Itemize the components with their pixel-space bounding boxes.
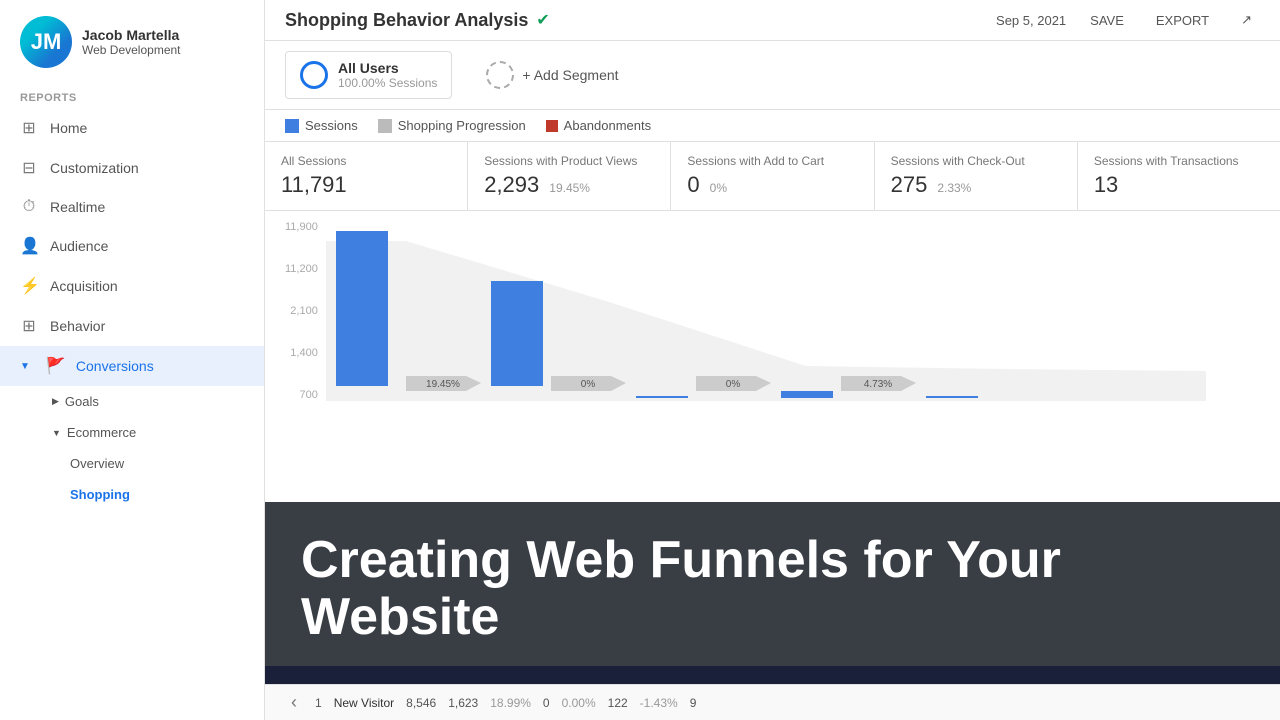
legend-bar: Sessions Shopping Progression Abandonmen… <box>265 110 1280 142</box>
progression-legend-dot <box>378 119 392 133</box>
sidebar-item-realtime[interactable]: ⏱ Realtime <box>0 188 264 226</box>
add-segment-button[interactable]: + Add Segment <box>472 53 632 97</box>
row-number: 1 <box>315 696 322 710</box>
acquisition-icon: ⚡ <box>20 276 38 296</box>
legend-progression: Shopping Progression <box>378 118 526 133</box>
nav-left-button[interactable]: ‹ <box>285 690 303 715</box>
funnel-stats: All Sessions 11,791 Sessions with Produc… <box>265 142 1280 211</box>
conversions-icon: 🚩 <box>46 356 64 376</box>
audience-icon: 👤 <box>20 236 38 256</box>
overlay-title: Creating Web Funnels for Your Website <box>301 532 1244 646</box>
sidebar-subitem-goals[interactable]: ▶ Goals <box>0 386 264 417</box>
app-container: JM Jacob Martella Web Development REPORT… <box>0 0 1280 720</box>
realtime-icon: ⏱ <box>20 198 38 216</box>
add-to-cart-value: 0 <box>543 696 550 710</box>
checkout-value: 122 <box>608 696 628 710</box>
arrow-3-label: 0% <box>726 379 741 390</box>
chart-visual: 11,900 11,200 2,100 1,400 700 19.45% <box>265 211 1280 411</box>
top-bar-actions: Sep 5, 2021 SAVE EXPORT ↗ <box>996 8 1260 32</box>
sessions-value: 8,546 <box>406 696 436 710</box>
arrow-1-label: 19.45% <box>426 379 460 390</box>
customize-icon: ⊟ <box>20 158 38 178</box>
logo-area: JM Jacob Martella Web Development <box>0 0 264 84</box>
sidebar-item-customization[interactable]: ⊟ Customization <box>0 148 264 188</box>
sidebar-item-behavior[interactable]: ⊞ Behavior <box>0 306 264 346</box>
sidebar: JM Jacob Martella Web Development REPORT… <box>0 0 265 720</box>
add-to-cart-pct: 0.00% <box>562 696 596 710</box>
arrow-4-label: 4.73% <box>864 379 892 390</box>
transactions-value: 9 <box>690 696 697 710</box>
sidebar-item-acquisition[interactable]: ⚡ Acquisition <box>0 266 264 306</box>
bar-transactions <box>926 396 978 398</box>
overlay-text: Creating Web Funnels for Your Website <box>265 502 1280 666</box>
bar-checkout <box>781 391 833 398</box>
chevron-down-icon: ▼ <box>20 361 30 372</box>
behavior-icon: ⊞ <box>20 316 38 336</box>
bottom-data-row: ‹ 1 New Visitor 8,546 1,623 18.99% 0 0.0… <box>265 684 1280 720</box>
stat-add-to-cart: Sessions with Add to Cart 0 0% <box>671 142 874 210</box>
bar-all-sessions <box>336 231 388 386</box>
product-views-pct: 18.99% <box>490 696 531 710</box>
checkout-pct: -1.43% <box>640 696 678 710</box>
sidebar-item-conversions[interactable]: ▼ 🚩 Conversions <box>0 346 264 386</box>
sidebar-subitem-ecommerce[interactable]: ▼ Ecommerce <box>0 417 264 448</box>
logo-circle: JM <box>20 16 72 68</box>
bar-product-views <box>491 281 543 386</box>
home-icon: ⊞ <box>20 118 38 138</box>
chevron-right-icon: ▶ <box>52 396 59 407</box>
stat-all-sessions: All Sessions 11,791 <box>265 142 468 210</box>
sidebar-item-audience[interactable]: 👤 Audience <box>0 226 264 266</box>
verified-icon: ✔ <box>536 10 549 30</box>
stat-product-views: Sessions with Product Views 2,293 19.45% <box>468 142 671 210</box>
chevron-down-icon: ▼ <box>52 428 61 438</box>
top-bar: Shopping Behavior Analysis ✔ Sep 5, 2021… <box>265 0 1280 41</box>
bar-add-to-cart <box>636 396 688 398</box>
share-button[interactable]: ↗ <box>1233 8 1260 32</box>
arrow-2-label: 0% <box>581 379 596 390</box>
page-title: Shopping Behavior Analysis <box>285 10 528 31</box>
logo-text: Jacob Martella Web Development <box>82 27 181 58</box>
sessions-legend-dot <box>285 119 299 133</box>
segment-label: All Users <box>338 60 437 76</box>
sidebar-item-home[interactable]: ⊞ Home <box>0 108 264 148</box>
visitor-type: New Visitor <box>334 696 394 710</box>
chart-container: 11,900 11,200 2,100 1,400 700 19.45% <box>265 211 1280 666</box>
abandonments-legend-dot <box>546 120 558 132</box>
sidebar-subitem-shopping[interactable]: Shopping <box>0 479 264 510</box>
add-segment-circle <box>486 61 514 89</box>
main-content: Shopping Behavior Analysis ✔ Sep 5, 2021… <box>265 0 1280 720</box>
product-views-value: 1,623 <box>448 696 478 710</box>
stat-checkout: Sessions with Check-Out 275 2.33% <box>875 142 1078 210</box>
segment-bar: All Users 100.00% Sessions + Add Segment <box>265 41 1280 110</box>
sidebar-subitem-overview[interactable]: Overview <box>0 448 264 479</box>
legend-sessions: Sessions <box>285 118 358 133</box>
page-title-area: Shopping Behavior Analysis ✔ <box>285 10 550 31</box>
y-axis: 11,900 11,200 2,100 1,400 700 <box>285 221 318 401</box>
save-button[interactable]: SAVE <box>1082 9 1132 32</box>
reports-label: REPORTS <box>0 84 264 108</box>
export-button[interactable]: EXPORT <box>1148 9 1217 32</box>
date-display: Sep 5, 2021 <box>996 13 1066 28</box>
segment-info: All Users 100.00% Sessions <box>338 60 437 90</box>
segment-circle <box>300 61 328 89</box>
stat-transactions: Sessions with Transactions 13 <box>1078 142 1280 210</box>
segment-all-users[interactable]: All Users 100.00% Sessions <box>285 51 452 99</box>
segment-sessions: 100.00% Sessions <box>338 76 437 90</box>
funnel-chart: 19.45% 0% 0% 4.73% <box>326 221 1226 401</box>
legend-abandonments: Abandonments <box>546 118 651 133</box>
